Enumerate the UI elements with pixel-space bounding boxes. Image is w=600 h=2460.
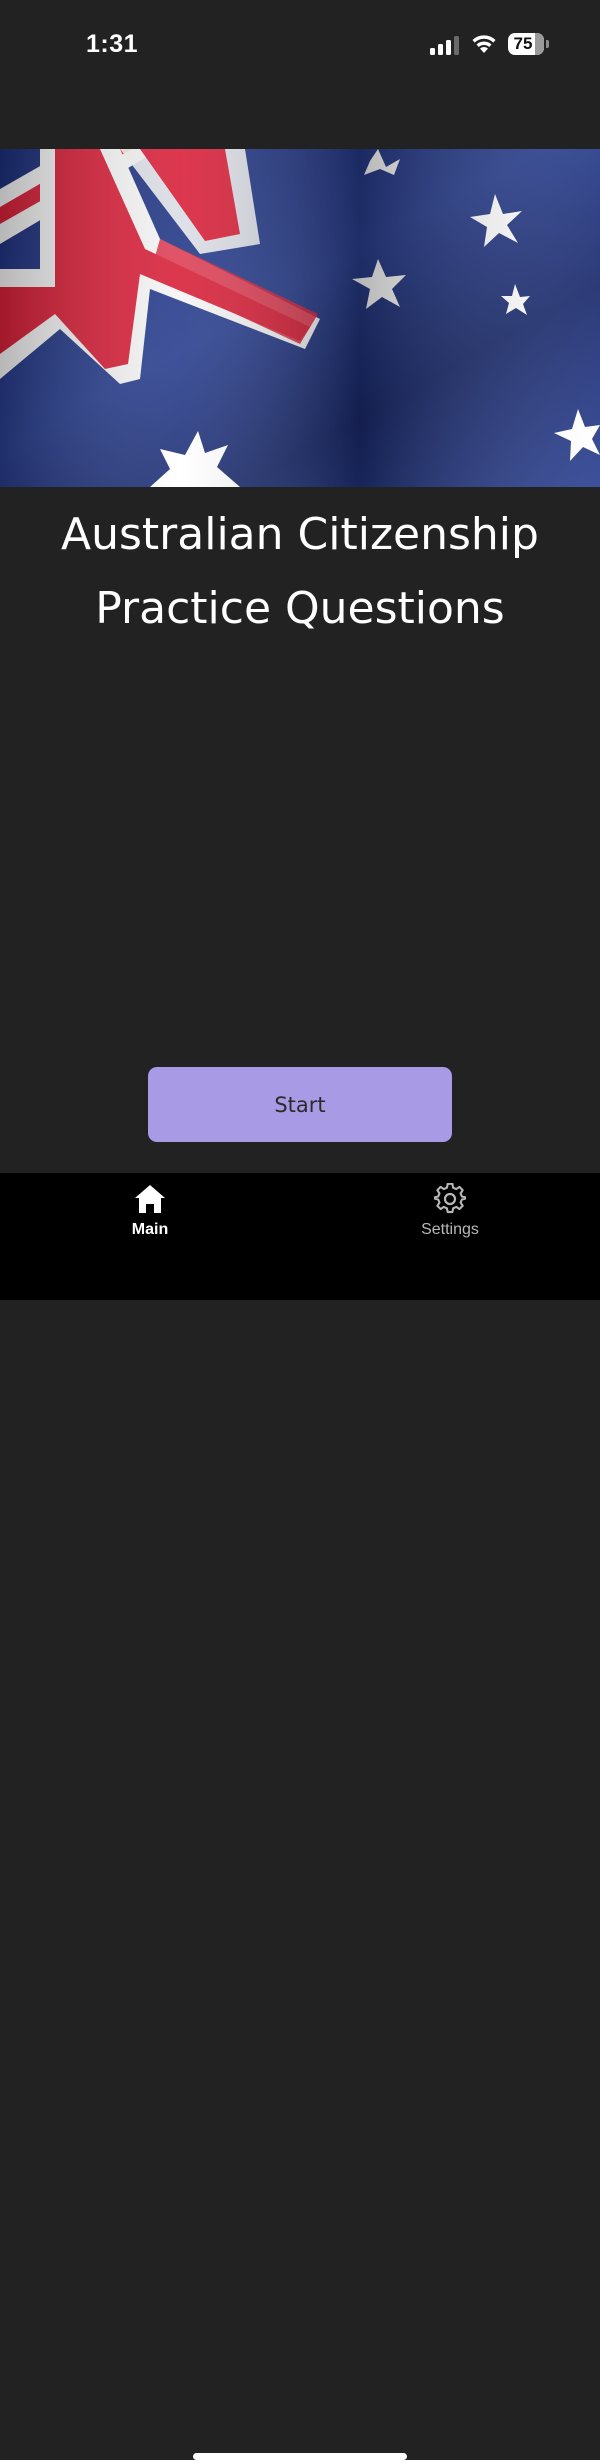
gear-icon (434, 1183, 466, 1214)
home-indicator[interactable] (193, 2453, 407, 2460)
start-button[interactable]: Start (148, 1067, 452, 1142)
status-bar: 1:31 75 (0, 0, 600, 90)
hero-flag-image (0, 149, 600, 487)
title-line-2: Practice Questions (95, 583, 505, 634)
tab-main[interactable]: Main (75, 1183, 225, 1253)
tab-settings-label: Settings (421, 1221, 479, 1238)
title-line-1: Australian Citizenship (61, 509, 539, 560)
home-icon (135, 1185, 165, 1213)
wifi-icon (472, 35, 496, 53)
tab-settings[interactable]: Settings (375, 1183, 525, 1253)
tab-bar: Main Settings (0, 1173, 600, 2460)
tab-main-label: Main (131, 1221, 169, 1238)
signal-icon (430, 36, 459, 55)
page-title: Australian Citizenship Practice Question… (0, 498, 600, 646)
status-time: 1:31 (86, 30, 139, 58)
battery-percent: 75 (513, 34, 533, 53)
battery-icon: 75 (508, 33, 549, 55)
